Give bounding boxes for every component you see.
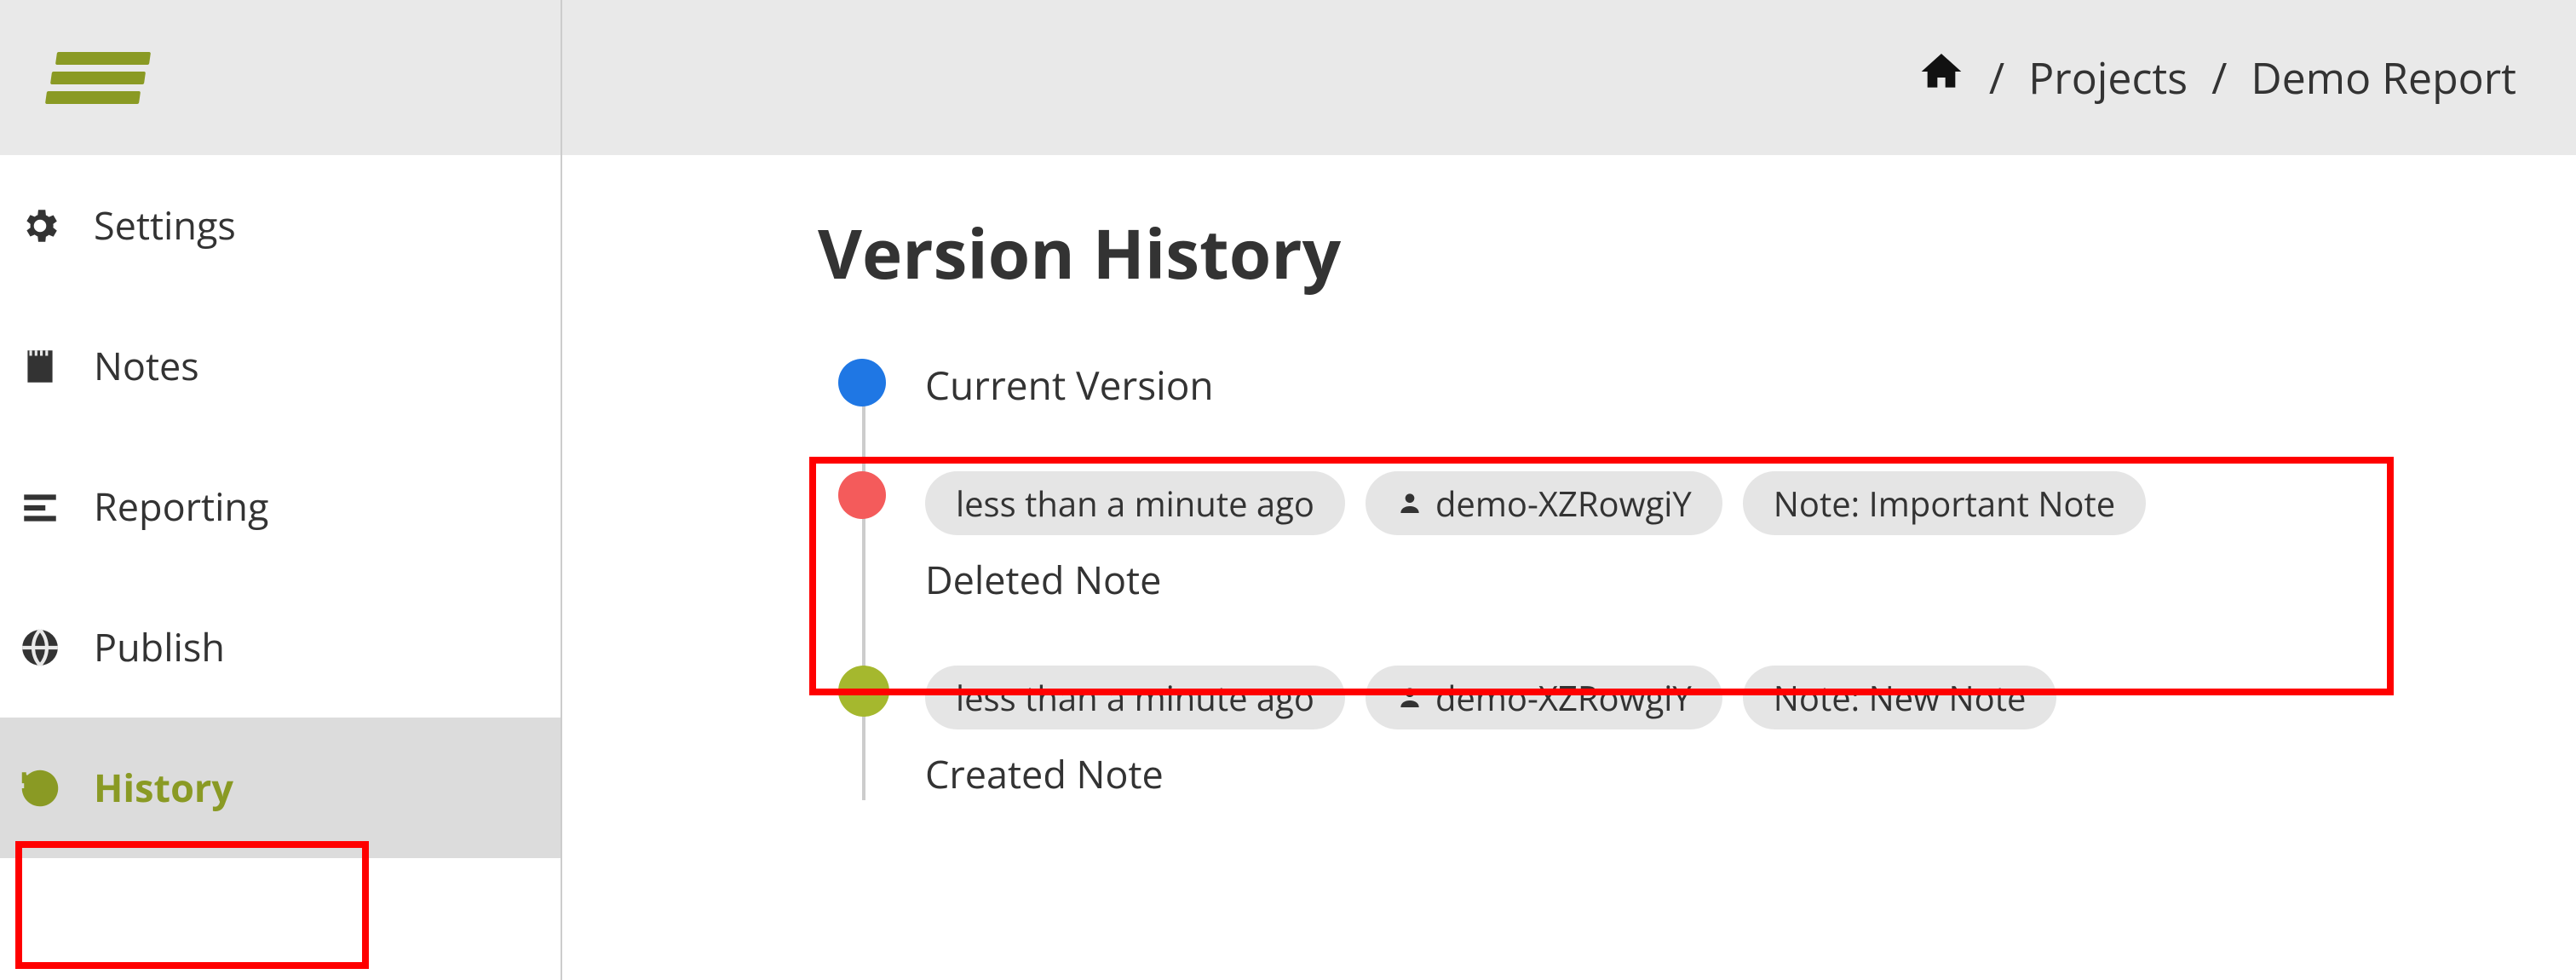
breadcrumb-current[interactable]: Demo Report	[2251, 49, 2516, 107]
timeline-dot-icon	[838, 471, 886, 519]
main-content: Version History Current Version less tha…	[562, 155, 2576, 980]
timeline-title: Deleted Note	[925, 554, 2491, 606]
highlight-box-sidebar	[15, 841, 369, 969]
sidebar-item-publish[interactable]: Publish	[0, 577, 561, 718]
breadcrumb-sep: /	[1989, 49, 2004, 107]
timeline-dot-icon	[838, 359, 886, 406]
chip-note: Note: New Note	[1743, 666, 2057, 729]
sidebar-item-reporting[interactable]: Reporting	[0, 436, 561, 577]
chip-user: demo-XZRowgiY	[1366, 471, 1722, 535]
user-icon	[1396, 480, 1423, 527]
sidebar-item-label: Notes	[94, 340, 199, 392]
chip-note: Note: Important Note	[1743, 471, 2146, 535]
timeline-title: Current Version	[925, 359, 2491, 412]
history-icon	[19, 767, 61, 810]
globe-icon	[19, 626, 61, 669]
sidebar-item-label: Reporting	[94, 481, 268, 533]
notes-icon	[19, 345, 61, 388]
report-icon	[19, 486, 61, 528]
timeline-item[interactable]: less than a minute ago demo-XZRowgiY Not…	[877, 666, 2491, 800]
breadcrumb: / Projects / Demo Report	[562, 0, 2576, 155]
sidebar-item-label: History	[94, 762, 233, 814]
chip-time: less than a minute ago	[925, 666, 1345, 729]
sidebar-item-notes[interactable]: Notes	[0, 296, 561, 436]
app-logo-icon[interactable]	[51, 48, 145, 107]
logo-bar	[0, 0, 561, 155]
sidebar-item-label: Publish	[94, 621, 225, 673]
sidebar-item-settings[interactable]: Settings	[0, 155, 561, 296]
user-icon	[1396, 674, 1423, 721]
timeline-dot-icon	[838, 666, 889, 717]
gear-icon	[19, 205, 61, 247]
page-title: Version History	[818, 206, 2491, 299]
chip-user: demo-XZRowgiY	[1366, 666, 1722, 729]
breadcrumb-projects[interactable]: Projects	[2028, 49, 2188, 107]
timeline: Current Version less than a minute ago d…	[818, 359, 2491, 800]
timeline-item[interactable]: Current Version	[877, 359, 2491, 412]
timeline-title: Created Note	[925, 748, 2491, 800]
timeline-item[interactable]: less than a minute ago demo-XZRowgiY Not…	[877, 454, 2491, 623]
sidebar-item-label: Settings	[94, 199, 236, 251]
breadcrumb-sep: /	[2211, 49, 2227, 107]
sidebar: Settings Notes Reporting Publish	[0, 0, 562, 980]
sidebar-item-history[interactable]: History	[0, 718, 561, 858]
chip-time: less than a minute ago	[925, 471, 1345, 535]
home-icon[interactable]	[1918, 48, 1965, 108]
